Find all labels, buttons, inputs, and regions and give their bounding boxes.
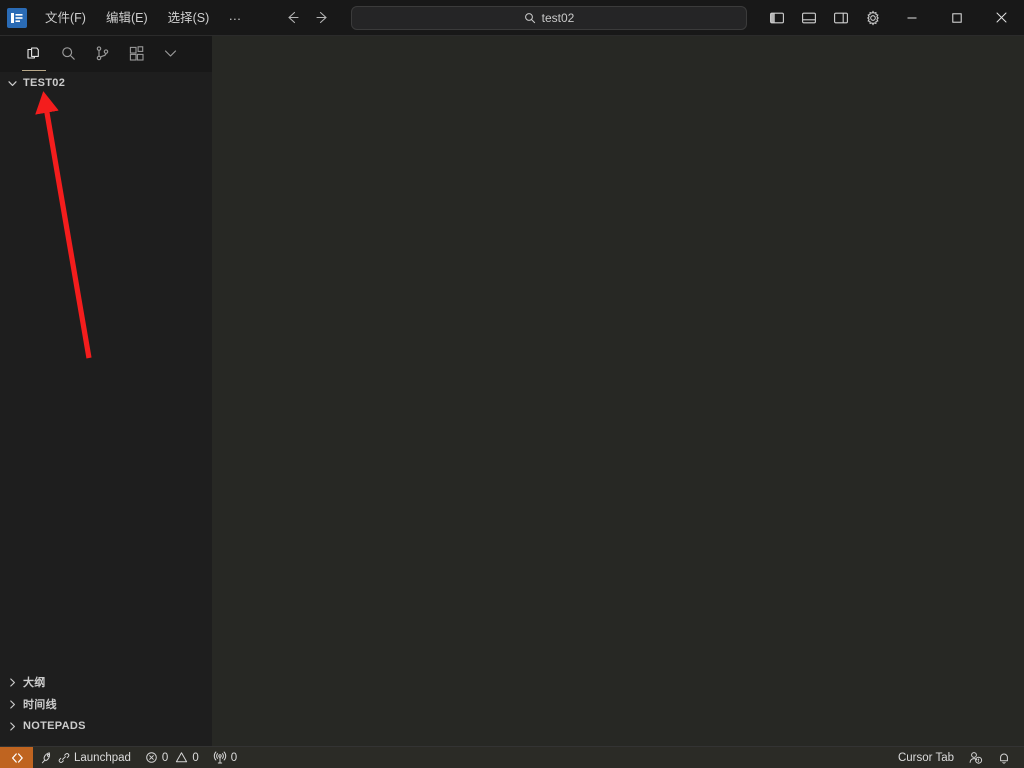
status-ports-count: 0	[231, 751, 237, 765]
activity-search[interactable]	[52, 37, 84, 71]
rocket-icon	[40, 751, 54, 765]
application-window: 文件(F) 编辑(E) 选择(S) …	[0, 0, 1024, 768]
sidebar-section-outline-label: 大纲	[23, 674, 46, 690]
status-notifications[interactable]	[990, 747, 1018, 768]
search-icon	[524, 12, 536, 24]
explorer-view: TEST02	[0, 72, 212, 671]
activity-bar	[0, 36, 212, 72]
title-bar: 文件(F) 编辑(E) 选择(S) …	[0, 0, 1024, 36]
primary-sidebar: TEST02 大纲	[0, 36, 212, 746]
chevron-right-icon	[4, 718, 20, 734]
status-ports[interactable]: 0	[206, 747, 244, 768]
menu-selection[interactable]: 选择(S)	[159, 6, 219, 30]
error-icon	[145, 751, 158, 764]
workbench-body: TEST02 大纲	[0, 36, 1024, 746]
status-launchpad-label: Launchpad	[74, 751, 131, 765]
sidebar-section-timeline-label: 时间线	[23, 696, 57, 712]
sidebar-collapsed-sections: 大纲 时间线 NOTEPADS	[0, 671, 212, 746]
explorer-file-tree[interactable]	[0, 94, 212, 671]
toggle-primary-sidebar-button[interactable]	[764, 5, 790, 31]
back-arrow-icon[interactable]	[281, 7, 303, 29]
sidebar-section-notepads-label: NOTEPADS	[23, 720, 86, 732]
activity-extensions[interactable]	[120, 37, 152, 71]
link-icon	[58, 752, 70, 764]
menu-overflow-button[interactable]: …	[220, 6, 251, 30]
editor-empty-area[interactable]	[212, 36, 1024, 746]
toggle-secondary-sidebar-button[interactable]	[828, 5, 854, 31]
bell-icon	[997, 751, 1011, 765]
status-cursor-tab-label: Cursor Tab	[898, 751, 954, 765]
status-cursor-tab[interactable]: Cursor Tab	[891, 747, 961, 768]
chevron-down-icon	[4, 75, 20, 91]
status-bar-right: Cursor Tab	[891, 747, 1024, 768]
chevron-right-icon	[4, 674, 20, 690]
status-error-count: 0	[162, 751, 168, 765]
warning-icon	[175, 751, 188, 764]
status-warning-count: 0	[192, 751, 198, 765]
account-icon	[968, 750, 983, 765]
menu-edit[interactable]: 编辑(E)	[97, 6, 157, 30]
explorer-folder-header[interactable]: TEST02	[0, 72, 212, 94]
maximize-button[interactable]	[934, 0, 979, 36]
cursor-logo-icon	[7, 8, 27, 28]
sidebar-section-notepads[interactable]: NOTEPADS	[0, 715, 212, 737]
command-search-input[interactable]: test02	[351, 6, 747, 30]
toggle-panel-button[interactable]	[796, 5, 822, 31]
status-bar: Launchpad 0 0	[0, 746, 1024, 768]
status-account[interactable]	[961, 747, 990, 768]
status-problems[interactable]: 0 0	[138, 747, 206, 768]
menu-bar: 文件(F) 编辑(E) 选择(S) …	[35, 0, 252, 35]
status-launchpad[interactable]: Launchpad	[33, 747, 138, 768]
activity-explorer[interactable]	[18, 37, 50, 71]
close-button[interactable]	[979, 0, 1024, 36]
menu-file[interactable]: 文件(F)	[36, 6, 95, 30]
explorer-folder-label: TEST02	[23, 77, 65, 89]
activity-source-control[interactable]	[86, 37, 118, 71]
minimize-button[interactable]	[889, 0, 934, 36]
gear-icon[interactable]	[860, 5, 886, 31]
forward-arrow-icon[interactable]	[311, 7, 333, 29]
window-right-controls	[761, 0, 1024, 35]
sidebar-section-outline[interactable]: 大纲	[0, 671, 212, 693]
remote-indicator[interactable]	[0, 747, 33, 768]
activity-more[interactable]	[154, 37, 186, 71]
chevron-right-icon	[4, 696, 20, 712]
radio-tower-icon	[213, 751, 227, 765]
command-search-value: test02	[542, 11, 575, 25]
sidebar-section-timeline[interactable]: 时间线	[0, 693, 212, 715]
